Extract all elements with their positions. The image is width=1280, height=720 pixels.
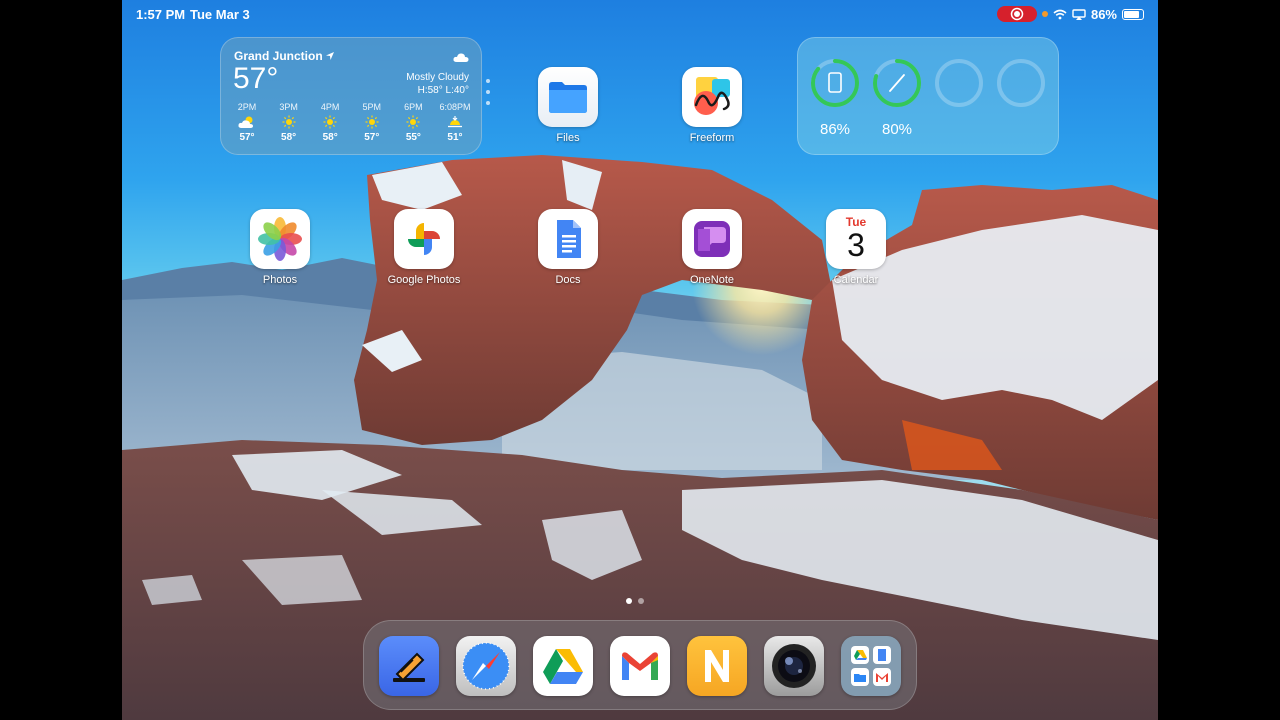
- app-google-photos[interactable]: Google Photos: [379, 209, 469, 286]
- pencil-notes-icon: [393, 652, 425, 682]
- app-label: OneNote: [689, 274, 735, 286]
- forecast-time: 3PM: [279, 102, 298, 112]
- battery-percent: 86%: [1090, 6, 1117, 22]
- forecast-hour: 2PM 57°: [227, 102, 267, 143]
- dock-app-library-folder[interactable]: [841, 636, 901, 696]
- microphone-indicator-dot: [1041, 11, 1048, 17]
- page-indicator[interactable]: [626, 598, 644, 604]
- empty-battery-slot: [997, 59, 1045, 107]
- forecast-hour: 4PM 58°: [310, 102, 350, 143]
- weather-city: Grand Junction: [234, 49, 335, 63]
- battery-percent-label: 86%: [819, 121, 851, 138]
- google-drive-icon: [543, 649, 583, 684]
- location-arrow-icon: [326, 52, 335, 60]
- forecast-temp: 57°: [239, 132, 255, 143]
- forecast-temp: 55°: [405, 132, 421, 143]
- hourly-forecast: 2PM 57° 3PM 58° 4PM 58° 5PM 57° 6PM 55° 6:08PM 51°: [227, 102, 475, 143]
- forecast-time: 6:08PM: [439, 102, 471, 112]
- app-label: Google Photos: [387, 274, 461, 286]
- dock: [363, 620, 917, 710]
- pencil-icon: [889, 74, 905, 92]
- photos-icon: [250, 209, 310, 269]
- app-calendar[interactable]: Tue 3 Calendar: [811, 209, 901, 286]
- widget-stack-indicator: [486, 79, 490, 112]
- status-time: 1:57 PM: [136, 7, 186, 22]
- sun-icon: [269, 112, 309, 132]
- forecast-time: 2PM: [237, 102, 257, 112]
- calendar-date: 3: [847, 227, 865, 263]
- forecast-temp: 51°: [447, 132, 463, 143]
- ipad-home-screen: 1:57 PM Tue Mar 3 86% Grand Junction 57°…: [122, 0, 1158, 720]
- weather-temperature: 57°: [233, 62, 279, 95]
- sun-icon: [393, 112, 433, 132]
- forecast-time: 5PM: [362, 102, 382, 112]
- battery-percent-label: 80%: [881, 121, 913, 138]
- forecast-hour: 5PM 57°: [352, 102, 392, 143]
- app-freeform[interactable]: Freeform: [667, 67, 757, 144]
- gmail-icon: [622, 652, 658, 680]
- app-library-icon: [851, 646, 891, 686]
- battery-ring: [811, 59, 859, 107]
- wifi-icon: [1053, 9, 1067, 19]
- dock-app-notability[interactable]: [687, 636, 747, 696]
- weather-high-low: H:58° L:40°: [417, 85, 469, 96]
- empty-battery-slot: [935, 59, 983, 107]
- n-letter-icon: [705, 650, 729, 682]
- dock-app-gmail[interactable]: [610, 636, 670, 696]
- battery-ring: [873, 59, 921, 107]
- ipad-icon: [828, 72, 842, 93]
- status-bar: 1:57 PM Tue Mar 3 86%: [122, 0, 1158, 28]
- app-photos[interactable]: Photos: [235, 209, 325, 286]
- weather-condition: Mostly Cloudy: [406, 72, 469, 83]
- forecast-hour: 3PM 58°: [269, 102, 309, 143]
- screen-mirroring-icon: [1072, 8, 1086, 20]
- forecast-time: 6PM: [404, 102, 423, 112]
- app-docs[interactable]: Docs: [523, 209, 613, 286]
- app-onenote[interactable]: OneNote: [667, 209, 757, 286]
- app-label: Docs: [555, 274, 581, 286]
- app-label: Files: [556, 132, 580, 144]
- status-date: Tue Mar 3: [190, 7, 250, 22]
- docs-icon: [538, 209, 598, 269]
- page-dot: [626, 598, 632, 604]
- freeform-icon: [682, 67, 742, 127]
- app-label: Photos: [262, 274, 298, 286]
- app-label: Calendar: [833, 274, 879, 286]
- page-dot: [638, 598, 644, 604]
- app-label: Freeform: [689, 132, 735, 144]
- cloud-icon: [453, 50, 469, 68]
- forecast-temp: 58°: [322, 132, 338, 143]
- app-files[interactable]: Files: [523, 67, 613, 144]
- forecast-time: 4PM: [320, 102, 340, 112]
- dock-app-safari[interactable]: [456, 636, 516, 696]
- status-indicators: 86%: [996, 6, 1144, 22]
- compass-icon: [462, 642, 510, 690]
- google-photos-icon: [394, 209, 454, 269]
- weather-condition-block: Mostly Cloudy H:58° L:40°: [406, 71, 469, 97]
- partly-cloudy-icon: [227, 112, 267, 132]
- sunset-icon: [435, 112, 475, 132]
- onenote-icon: [682, 209, 742, 269]
- forecast-temp: 58°: [281, 132, 297, 143]
- dock-app-google-drive[interactable]: [533, 636, 593, 696]
- sun-icon: [352, 112, 392, 132]
- screen-recording-indicator[interactable]: [996, 6, 1037, 22]
- forecast-temp: 57°: [364, 132, 380, 143]
- battery-icon: [1122, 8, 1144, 20]
- forecast-hour: 6:08PM 51°: [435, 102, 475, 143]
- files-icon: [538, 67, 598, 127]
- sun-icon: [310, 112, 350, 132]
- forecast-hour: 6PM 55°: [393, 102, 433, 143]
- weather-widget[interactable]: Grand Junction 57° Mostly Cloudy H:58° L…: [220, 37, 482, 155]
- batteries-widget[interactable]: 86% 80%: [797, 37, 1059, 155]
- camera-lens-icon: [772, 644, 816, 688]
- dock-app-camera[interactable]: [764, 636, 824, 696]
- calendar-icon: Tue 3: [826, 209, 886, 269]
- dock-app-goodnotes[interactable]: [379, 636, 439, 696]
